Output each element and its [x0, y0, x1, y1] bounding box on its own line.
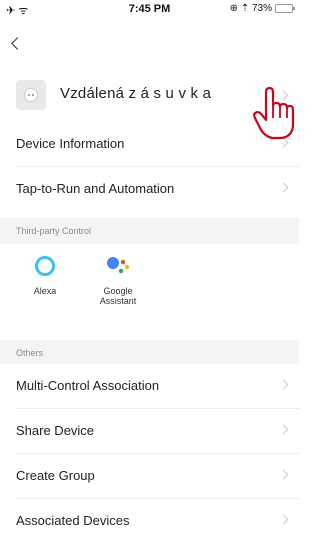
pointing-hand-icon: [253, 86, 295, 140]
status-right: ⊕ ⇡ 73%: [229, 3, 295, 14]
device-thumbnail: [16, 80, 46, 110]
status-bar: ✈ ᯤ 7:45 PM ⊕ ⇡ 73%: [0, 0, 299, 20]
third-party-services: Alexa Google Assistant: [0, 244, 299, 340]
row-label: Multi-Control Association: [16, 378, 160, 393]
status-indicators: ⊕ ⇡ 73%: [229, 3, 272, 14]
row-multi-control[interactable]: Multi-Control Association: [0, 364, 299, 408]
device-name: Vzdálená z á s u v k a: [60, 85, 212, 102]
row-create-group[interactable]: Create Group: [0, 454, 299, 498]
row-label: Tap-to-Run and Automation: [16, 181, 175, 196]
plug-icon: [24, 88, 38, 102]
service-google-assistant[interactable]: Google Assistant: [88, 254, 148, 306]
chevron-right-icon: [278, 424, 289, 435]
alexa-icon: [33, 254, 57, 278]
chevron-right-icon: [278, 182, 289, 193]
row-label: Create Group: [16, 468, 95, 483]
row-associated-devices[interactable]: Associated Devices: [0, 499, 299, 536]
chevron-right-icon: [278, 469, 289, 480]
row-label: Device Information: [16, 136, 125, 151]
row-label: Associated Devices: [16, 513, 130, 528]
service-alexa[interactable]: Alexa: [15, 254, 75, 296]
service-name: Alexa: [33, 286, 57, 296]
chevron-right-icon: [278, 514, 289, 525]
section-third-party: Third-party Control: [0, 218, 299, 246]
battery-icon: [275, 4, 295, 13]
row-tap-to-run[interactable]: Tap-to-Run and Automation: [0, 167, 299, 211]
section-label: Third-party Control: [16, 226, 92, 236]
back-button[interactable]: [10, 36, 22, 50]
google-assistant-icon: [106, 254, 130, 278]
section-label: Others: [16, 348, 44, 358]
row-label: Share Device: [16, 423, 95, 438]
service-name: Google Assistant: [99, 286, 137, 306]
row-share-device[interactable]: Share Device: [0, 409, 299, 453]
chevron-right-icon: [278, 379, 289, 390]
